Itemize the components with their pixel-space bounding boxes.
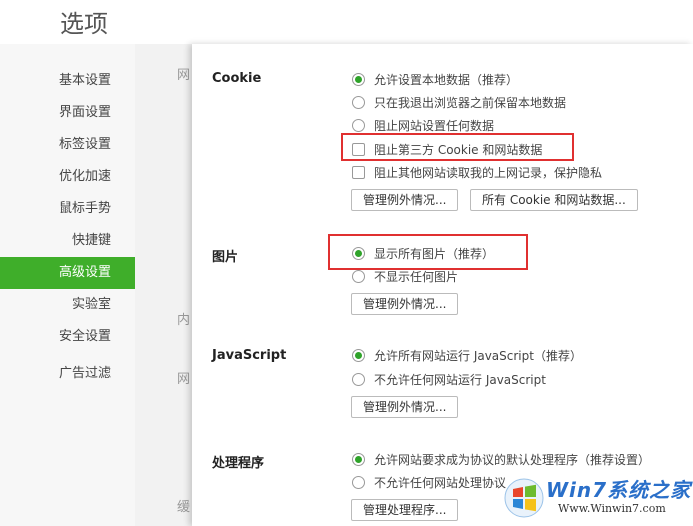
background-fragment: 网 <box>177 68 191 83</box>
cookie-block-third-party-checkbox[interactable]: 阻止第三方 Cookie 和网站数据 <box>352 141 542 159</box>
option-label: 不允许任何网站运行 JavaScript <box>374 373 546 387</box>
handlers-section-title: 处理程序 <box>212 456 265 471</box>
sidebar-item-basic[interactable]: 基本设置 <box>0 65 135 97</box>
javascript-allow-option[interactable]: 允许所有网站运行 JavaScript（推荐） <box>352 347 582 365</box>
watermark-url: Www.Winwin7.com <box>558 502 666 515</box>
option-label: 只在我退出浏览器之前保留本地数据 <box>374 96 567 110</box>
radio-selected-icon[interactable] <box>352 349 365 362</box>
option-label: 不允许任何网站处理协议 <box>374 476 507 490</box>
javascript-manage-exceptions-button[interactable]: 管理例外情况... <box>351 396 459 418</box>
sidebar-item-security[interactable]: 安全设置 <box>0 321 135 353</box>
manage-handlers-button[interactable]: 管理处理程序... <box>351 499 459 521</box>
images-show-none-option[interactable]: 不显示任何图片 <box>352 268 458 286</box>
option-label: 阻止网站设置任何数据 <box>374 119 495 133</box>
cookie-manage-exceptions-button[interactable]: 管理例外情况... <box>351 189 459 211</box>
sidebar-item-optimize[interactable]: 优化加速 <box>0 161 135 193</box>
content-settings-dialog: Cookie 允许设置本地数据（推荐） 只在我退出浏览器之前保留本地数据 阻止网… <box>192 44 693 526</box>
sidebar: 基本设置 界面设置 标签设置 优化加速 鼠标手势 快捷键 高级设置 实验室 安全… <box>0 44 135 526</box>
handlers-allow-option[interactable]: 允许网站要求成为协议的默认处理程序（推荐设置） <box>352 451 650 469</box>
sidebar-item-shortcuts[interactable]: 快捷键 <box>0 225 135 257</box>
radio-icon[interactable] <box>352 373 365 386</box>
background-fragment: 内 <box>177 313 191 328</box>
radio-selected-icon[interactable] <box>352 73 365 86</box>
cookie-keep-until-exit-option[interactable]: 只在我退出浏览器之前保留本地数据 <box>352 94 566 112</box>
images-show-all-option[interactable]: 显示所有图片（推荐） <box>352 245 494 263</box>
sidebar-item-interface[interactable]: 界面设置 <box>0 97 135 129</box>
cookie-block-all-option[interactable]: 阻止网站设置任何数据 <box>352 117 494 135</box>
option-label: 阻止第三方 Cookie 和网站数据 <box>374 143 543 157</box>
background-fragment: 网 <box>177 372 191 387</box>
handlers-block-option[interactable]: 不允许任何网站处理协议 <box>352 474 506 492</box>
background-fragment: 缓 <box>177 500 191 515</box>
option-label: 允许网站要求成为协议的默认处理程序（推荐设置） <box>374 453 651 467</box>
option-label: 允许设置本地数据（推荐） <box>374 73 519 87</box>
cookie-section-title: Cookie <box>212 71 262 86</box>
sidebar-item-ad-filter[interactable]: 广告过滤 <box>0 358 135 390</box>
windows-logo-icon <box>504 478 544 518</box>
window-header: 选项 <box>0 0 693 44</box>
watermark: Win7系统之家 Www.Winwin7.com <box>498 470 693 526</box>
checkbox-icon[interactable] <box>352 143 365 156</box>
all-cookies-and-site-data-button[interactable]: 所有 Cookie 和网站数据... <box>470 189 638 211</box>
images-manage-exceptions-button[interactable]: 管理例外情况... <box>351 293 459 315</box>
javascript-block-option[interactable]: 不允许任何网站运行 JavaScript <box>352 371 546 389</box>
background-settings-panel: 网 内 网 缓 <box>135 44 195 526</box>
option-label: 显示所有图片（推荐） <box>374 247 495 261</box>
option-label: 不显示任何图片 <box>374 270 459 284</box>
radio-icon[interactable] <box>352 119 365 132</box>
radio-icon[interactable] <box>352 476 365 489</box>
cookie-allow-option[interactable]: 允许设置本地数据（推荐） <box>352 71 518 89</box>
sidebar-item-lab[interactable]: 实验室 <box>0 289 135 321</box>
sidebar-item-mouse-gestures[interactable]: 鼠标手势 <box>0 193 135 225</box>
window-title: 选项 <box>60 10 108 38</box>
radio-selected-icon[interactable] <box>352 453 365 466</box>
javascript-section-title: JavaScript <box>212 348 287 363</box>
radio-selected-icon[interactable] <box>352 247 365 260</box>
sidebar-item-advanced[interactable]: 高级设置 <box>0 257 135 289</box>
option-label: 阻止其他网站读取我的上网记录，保护隐私 <box>374 166 603 180</box>
cookie-block-history-checkbox[interactable]: 阻止其他网站读取我的上网记录，保护隐私 <box>352 164 602 182</box>
images-section-title: 图片 <box>212 250 239 265</box>
watermark-brand: Win7系统之家 <box>546 478 692 502</box>
checkbox-icon[interactable] <box>352 166 365 179</box>
sidebar-item-tabs[interactable]: 标签设置 <box>0 129 135 161</box>
radio-icon[interactable] <box>352 96 365 109</box>
radio-icon[interactable] <box>352 270 365 283</box>
option-label: 允许所有网站运行 JavaScript（推荐） <box>374 349 582 363</box>
